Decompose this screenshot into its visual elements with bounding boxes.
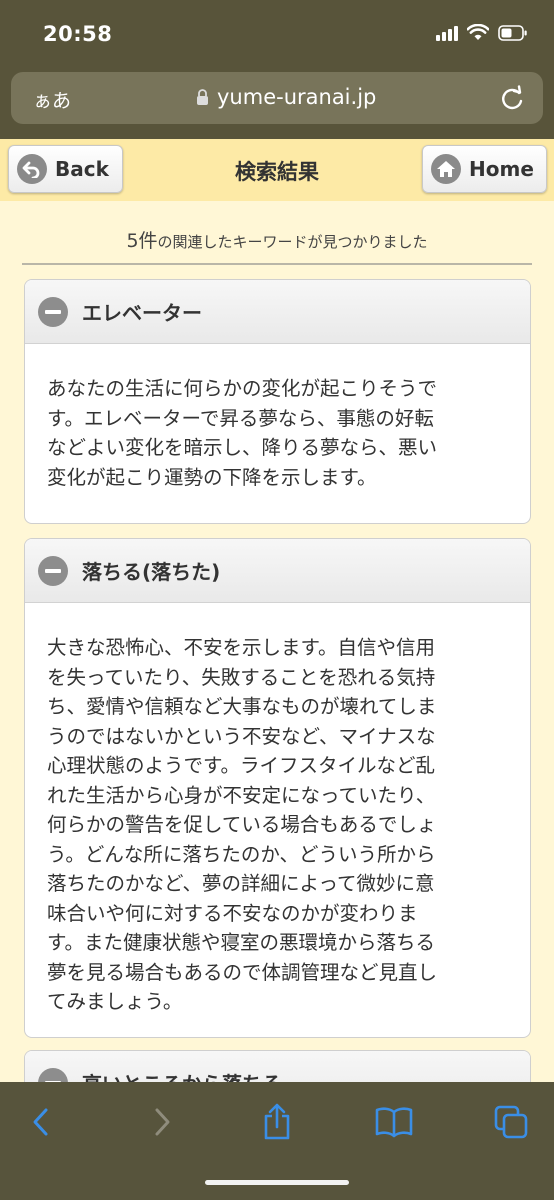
card-description: あなたの生活に何らかの変化が起こりそうで す。エレベーターで昇る夢なら、事態の好…	[25, 344, 530, 492]
card-header[interactable]: 落ちる(落ちた)	[25, 539, 530, 603]
status-icons	[436, 24, 528, 41]
result-count-text: の関連したキーワードが見つかりました	[157, 233, 428, 251]
status-time: 20:58	[43, 22, 113, 46]
share-button[interactable]	[255, 1102, 299, 1142]
chevron-right-icon	[155, 1108, 170, 1136]
description-line: ち、愛情や信頼など大事なものが壊れてしま	[47, 695, 437, 718]
description-line: てみましょう。	[47, 990, 183, 1013]
description-line: す。また健康状態や寝室の悪環境から落ちる	[47, 931, 436, 954]
description-line: す。エレベーターで昇る夢なら、事態の好転	[47, 406, 434, 430]
description-line: を失っていたり、失敗することを恐れる気持	[47, 665, 436, 689]
book-icon	[375, 1107, 413, 1138]
description-line: うのではないかという不安など、マイナスな	[47, 724, 436, 748]
bookmarks-button[interactable]	[372, 1102, 416, 1142]
card-description: 大きな恐怖心、不安を示します。自信や信用 を失っていたり、失敗することを恐れる気…	[25, 603, 530, 1017]
description-line: 味合いや何に対する不安なのかが変わりま	[47, 901, 418, 925]
description-line: 変化が起こり運勢の下降を示します。	[47, 465, 377, 489]
lock-icon	[197, 88, 208, 105]
forward-nav-button[interactable]	[140, 1102, 184, 1142]
share-icon	[264, 1103, 290, 1140]
site-header: Back 検索結果 Home	[0, 139, 554, 201]
minus-icon[interactable]	[38, 555, 68, 586]
minus-icon[interactable]	[38, 296, 68, 327]
keyword-card: エレベーター あなたの生活に何らかの変化が起こりそうで す。エレベーターで昇る夢…	[24, 279, 531, 524]
description-line: 落ちたのかなど、夢の詳細によって微妙に意	[47, 872, 435, 895]
url-bar[interactable]: ぁあ yume-uranai.jp	[11, 72, 543, 124]
reload-icon[interactable]	[499, 84, 525, 112]
description-line: などよい変化を暗示し、降りる夢なら、悪い	[47, 436, 438, 459]
description-line: 夢を見る場合もあるので体調管理など見直し	[47, 960, 438, 984]
card-header[interactable]: エレベーター	[25, 280, 530, 344]
home-indicator	[205, 1180, 349, 1185]
description-line: あなたの生活に何らかの変化が起こりそうで	[47, 377, 438, 400]
battery-icon	[498, 24, 527, 41]
card-title: エレベーター	[82, 301, 202, 325]
tabs-button[interactable]	[489, 1102, 533, 1142]
browser-chrome: 20:58 ぁあ yume-uranai.jp	[0, 0, 554, 139]
card-title: 落ちる(落ちた)	[82, 560, 221, 584]
home-button-label: Home	[469, 157, 534, 181]
back-nav-button[interactable]	[19, 1102, 63, 1142]
home-button[interactable]: Home	[422, 145, 547, 193]
description-line: 大きな恐怖心、不安を示します。自信や信用	[47, 636, 436, 659]
url-host[interactable]: yume-uranai.jp	[196, 85, 376, 109]
description-line: れた生活から心身が不安定になっていたり、	[47, 783, 436, 807]
keyword-card: 落ちる(落ちた) 大きな恐怖心、不安を示します。自信や信用 を失っていたり、失敗…	[24, 538, 531, 1038]
wifi-icon	[467, 24, 489, 40]
tabs-icon	[494, 1105, 528, 1139]
description-line: 心理状態のようです。ライフスタイルなど乱	[47, 754, 436, 777]
reader-options-button[interactable]: ぁあ	[33, 86, 71, 113]
signal-icon	[436, 25, 458, 41]
description-line: 何らかの警告を促している場合もあるでしょ	[47, 813, 437, 836]
result-count: 5件の関連したキーワードが見つかりました	[22, 226, 532, 253]
page: 20:58 ぁあ yume-uranai.jp Back 検索結果 Home 5…	[0, 0, 554, 1200]
description-line: う。どんな所に落ちたのか、どういう所から	[47, 842, 436, 866]
result-count-number: 5件	[126, 230, 158, 252]
house-icon	[431, 154, 461, 184]
divider	[22, 263, 532, 265]
chevron-left-icon	[33, 1108, 48, 1136]
url-host-text: yume-uranai.jp	[217, 85, 377, 109]
